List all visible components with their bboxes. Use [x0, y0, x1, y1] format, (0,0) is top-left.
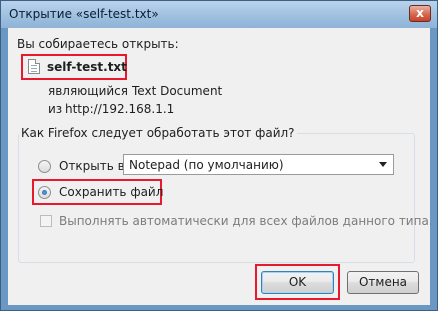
dialog-body: Вы собираетесь открыть: self-test.txt яв…	[8, 28, 433, 305]
open-with-radio[interactable]	[38, 160, 51, 173]
open-with-label[interactable]: Открыть в	[59, 159, 125, 173]
file-type-label: являющийся	[48, 84, 128, 98]
open-with-app-select[interactable]: Notepad (по умолчанию)	[123, 154, 394, 175]
file-name: self-test.txt	[47, 60, 127, 74]
dialog-title: Открытие «self-test.txt»	[9, 7, 159, 21]
file-source-url: http://192.168.1.1	[65, 102, 175, 116]
chevron-down-icon	[379, 162, 387, 167]
text-file-icon	[28, 59, 40, 74]
file-source-label: из	[48, 102, 63, 116]
download-dialog: Открытие «self-test.txt» x Вы собираетес…	[0, 0, 438, 311]
ok-button[interactable]: OK	[261, 271, 334, 294]
save-file-radio[interactable]	[38, 186, 51, 199]
intro-text: Вы собираетесь открыть:	[17, 37, 179, 51]
auto-action-checkbox[interactable]	[40, 215, 52, 227]
title-bar[interactable]: Открытие «self-test.txt» x	[1, 1, 437, 28]
auto-action-label[interactable]: Выполнять автоматически для всех файлов …	[59, 214, 433, 228]
open-with-app-value: Notepad (по умолчанию)	[129, 158, 284, 172]
cancel-button[interactable]: Отмена	[347, 271, 419, 294]
close-icon: x	[416, 6, 424, 20]
file-type-value: Text Document	[132, 84, 223, 98]
close-button[interactable]: x	[409, 5, 431, 22]
action-group-label: Как Firefox следует обработать этот файл…	[19, 126, 297, 140]
save-file-label[interactable]: Сохранить файл	[59, 185, 163, 199]
